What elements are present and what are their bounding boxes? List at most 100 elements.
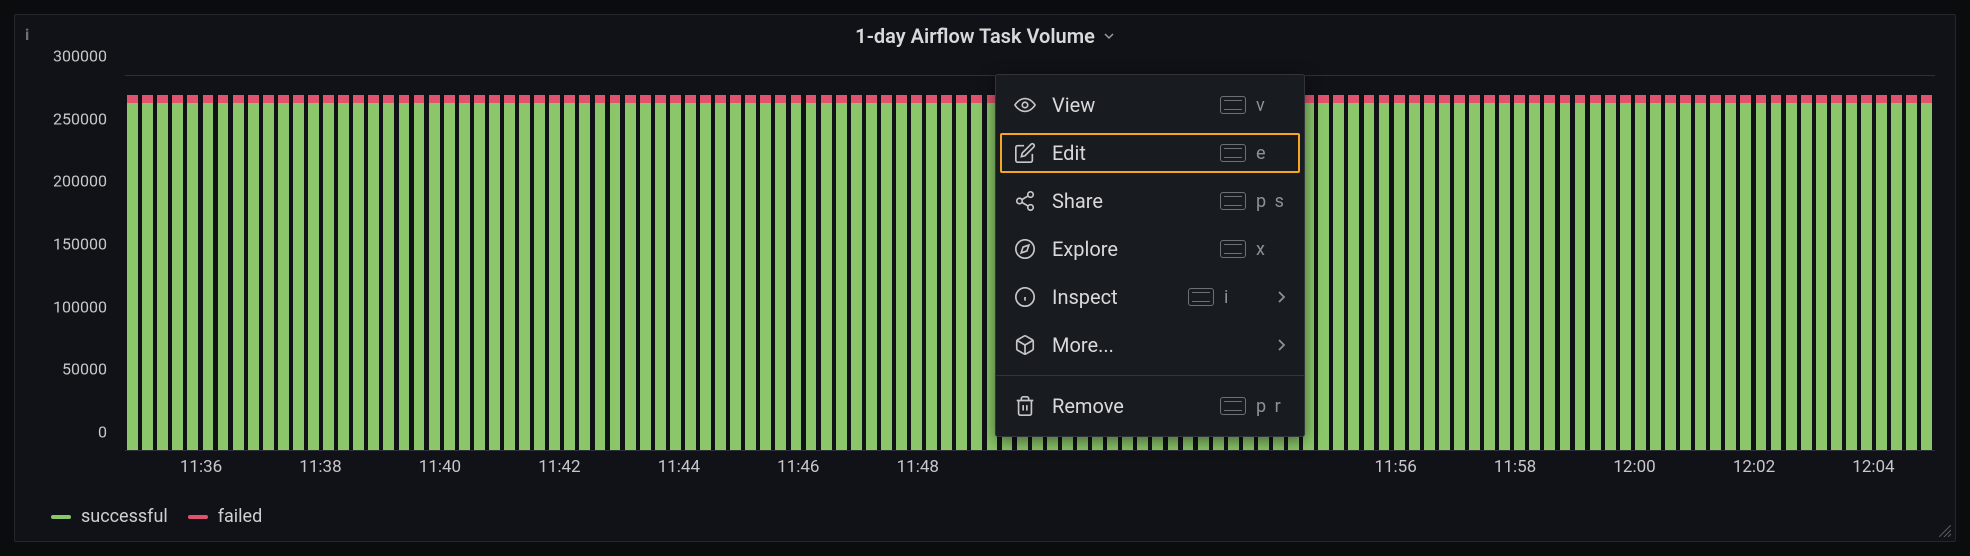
stacked-bar[interactable] (1801, 95, 1812, 450)
resize-handle-icon[interactable] (1939, 525, 1951, 537)
stacked-bar[interactable] (278, 95, 289, 450)
stacked-bar[interactable] (323, 95, 334, 450)
stacked-bar[interactable] (971, 95, 982, 450)
stacked-bar[interactable] (444, 95, 455, 450)
stacked-bar[interactable] (685, 95, 696, 450)
stacked-bar[interactable] (1318, 95, 1329, 450)
stacked-bar[interactable] (1861, 95, 1872, 450)
stacked-bar[interactable] (218, 95, 229, 450)
stacked-bar[interactable] (956, 95, 967, 450)
menu-item-inspect[interactable]: Inspecti (996, 273, 1304, 321)
stacked-bar[interactable] (1891, 95, 1902, 450)
info-icon[interactable]: i (25, 25, 29, 44)
stacked-bar[interactable] (1725, 95, 1736, 450)
stacked-bar[interactable] (911, 95, 922, 450)
stacked-bar[interactable] (821, 95, 832, 450)
legend-item[interactable]: successful (51, 506, 168, 527)
stacked-bar[interactable] (640, 95, 651, 450)
stacked-bar[interactable] (715, 95, 726, 450)
stacked-bar[interactable] (1364, 95, 1375, 450)
stacked-bar[interactable] (187, 95, 198, 450)
stacked-bar[interactable] (941, 95, 952, 450)
stacked-bar[interactable] (745, 95, 756, 450)
stacked-bar[interactable] (1816, 95, 1827, 450)
stacked-bar[interactable] (399, 95, 410, 450)
stacked-bar[interactable] (414, 95, 425, 450)
stacked-bar[interactable] (1424, 95, 1435, 450)
stacked-bar[interactable] (700, 95, 711, 450)
stacked-bar[interactable] (383, 95, 394, 450)
stacked-bar[interactable] (1469, 95, 1480, 450)
stacked-bar[interactable] (353, 95, 364, 450)
menu-item-explore[interactable]: Explorex (996, 225, 1304, 273)
stacked-bar[interactable] (157, 95, 168, 450)
menu-item-more[interactable]: More... (996, 321, 1304, 369)
stacked-bar[interactable] (489, 95, 500, 450)
stacked-bar[interactable] (791, 95, 802, 450)
stacked-bar[interactable] (263, 95, 274, 450)
stacked-bar[interactable] (1786, 95, 1797, 450)
stacked-bar[interactable] (248, 95, 259, 450)
menu-item-share[interactable]: Sharep s (996, 177, 1304, 225)
stacked-bar[interactable] (1921, 95, 1932, 450)
stacked-bar[interactable] (1499, 95, 1510, 450)
stacked-bar[interactable] (775, 95, 786, 450)
stacked-bar[interactable] (1650, 95, 1661, 450)
legend-item[interactable]: failed (188, 506, 263, 527)
stacked-bar[interactable] (203, 95, 214, 450)
stacked-bar[interactable] (866, 95, 877, 450)
stacked-bar[interactable] (1605, 95, 1616, 450)
menu-item-edit[interactable]: Edite (996, 129, 1304, 177)
stacked-bar[interactable] (429, 95, 440, 450)
stacked-bar[interactable] (1710, 95, 1721, 450)
stacked-bar[interactable] (1439, 95, 1450, 450)
stacked-bar[interactable] (851, 95, 862, 450)
stacked-bar[interactable] (1348, 95, 1359, 450)
stacked-bar[interactable] (142, 95, 153, 450)
menu-item-view[interactable]: Viewv (996, 81, 1304, 129)
stacked-bar[interactable] (1560, 95, 1571, 450)
stacked-bar[interactable] (1394, 95, 1405, 450)
stacked-bar[interactable] (564, 95, 575, 450)
stacked-bar[interactable] (836, 95, 847, 450)
stacked-bar[interactable] (1379, 95, 1390, 450)
stacked-bar[interactable] (579, 95, 590, 450)
stacked-bar[interactable] (1740, 95, 1751, 450)
stacked-bar[interactable] (368, 95, 379, 450)
stacked-bar[interactable] (308, 95, 319, 450)
stacked-bar[interactable] (1831, 95, 1842, 450)
stacked-bar[interactable] (504, 95, 515, 450)
stacked-bar[interactable] (670, 95, 681, 450)
stacked-bar[interactable] (926, 95, 937, 450)
stacked-bar[interactable] (595, 95, 606, 450)
stacked-bar[interactable] (1620, 95, 1631, 450)
stacked-bar[interactable] (1906, 95, 1917, 450)
stacked-bar[interactable] (881, 95, 892, 450)
stacked-bar[interactable] (338, 95, 349, 450)
menu-item-remove[interactable]: Removep r (996, 382, 1304, 430)
panel-title[interactable]: 1-day Airflow Task Volume (855, 24, 1115, 48)
stacked-bar[interactable] (1514, 95, 1525, 450)
stacked-bar[interactable] (1680, 95, 1691, 450)
stacked-bar[interactable] (1409, 95, 1420, 450)
stacked-bar[interactable] (1876, 95, 1887, 450)
stacked-bar[interactable] (655, 95, 666, 450)
stacked-bar[interactable] (625, 95, 636, 450)
stacked-bar[interactable] (127, 95, 138, 450)
stacked-bar[interactable] (806, 95, 817, 450)
stacked-bar[interactable] (1529, 95, 1540, 450)
stacked-bar[interactable] (1665, 95, 1676, 450)
stacked-bar[interactable] (1484, 95, 1495, 450)
stacked-bar[interactable] (519, 95, 530, 450)
stacked-bar[interactable] (1590, 95, 1601, 450)
stacked-bar[interactable] (1575, 95, 1586, 450)
stacked-bar[interactable] (293, 95, 304, 450)
stacked-bar[interactable] (172, 95, 183, 450)
stacked-bar[interactable] (1846, 95, 1857, 450)
stacked-bar[interactable] (1544, 95, 1555, 450)
stacked-bar[interactable] (1454, 95, 1465, 450)
stacked-bar[interactable] (760, 95, 771, 450)
stacked-bar[interactable] (610, 95, 621, 450)
stacked-bar[interactable] (1771, 95, 1782, 450)
stacked-bar[interactable] (474, 95, 485, 450)
